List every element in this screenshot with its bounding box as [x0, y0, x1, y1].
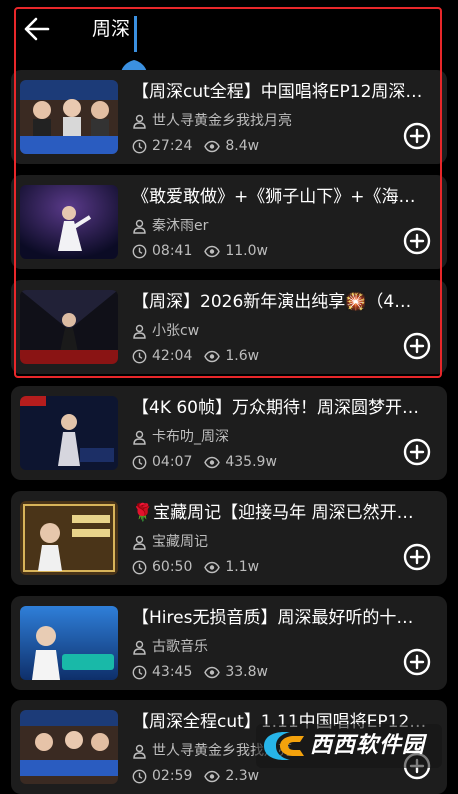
author-row: 卡布叻_周深	[132, 428, 229, 446]
plus-circle-icon	[403, 332, 431, 360]
author-row: 古歌音乐	[132, 638, 208, 656]
clock-icon	[132, 139, 147, 154]
person-icon	[132, 114, 147, 129]
result-card[interactable]: 🌹宝藏周记【迎接马年 周深已然开… 宝藏周记 60:50 1.1w	[11, 491, 447, 585]
clock-icon	[132, 665, 147, 680]
person-icon	[132, 640, 147, 655]
duration: 43:45	[152, 664, 193, 680]
view-count: 435.9w	[225, 454, 277, 470]
clock-icon	[132, 769, 147, 784]
search-bar: 周深	[0, 0, 458, 87]
watermark: 西西软件园	[256, 724, 442, 768]
author-row: 秦沐雨er	[132, 217, 208, 235]
duration: 04:07	[152, 454, 193, 470]
eye-icon	[204, 665, 221, 680]
plus-circle-icon	[403, 227, 431, 255]
person-icon	[132, 744, 147, 759]
add-button[interactable]	[403, 332, 431, 360]
author-name: 卡布叻_周深	[152, 429, 229, 445]
text-cursor	[134, 16, 137, 52]
author-name: 宝藏周记	[152, 534, 208, 550]
add-button[interactable]	[403, 438, 431, 466]
view-count: 11.0w	[225, 243, 268, 259]
author-row: 小张cw	[132, 322, 199, 340]
view-count: 8.4w	[225, 138, 260, 154]
video-thumbnail	[20, 80, 118, 154]
add-button[interactable]	[403, 122, 431, 150]
author-name: 小张cw	[152, 323, 200, 339]
person-icon	[132, 430, 147, 445]
video-title[interactable]: 《敢爱敢做》+《狮子山下》+《海…	[132, 184, 437, 210]
video-title[interactable]: 【4K 60帧】万众期待！周深圆梦开…	[132, 395, 437, 421]
result-card[interactable]: 《敢爱敢做》+《狮子山下》+《海… 秦沐雨er 08:41 11.0w	[11, 175, 447, 269]
eye-icon	[204, 769, 221, 784]
video-title[interactable]: 【周深】2026新年演出纯享🎇（4…	[132, 289, 437, 315]
clock-icon	[132, 455, 147, 470]
view-count: 1.6w	[225, 348, 260, 364]
clock-icon	[132, 560, 147, 575]
eye-icon	[204, 560, 221, 575]
result-card[interactable]: 【周深cut全程】中国唱将EP12周深… 世人寻黄金乡我找月亮 27:24 8.…	[11, 70, 447, 164]
author-name: 世人寻黄金乡我找月亮	[152, 113, 292, 129]
search-query-text: 周深	[92, 18, 131, 40]
stats-row: 02:59 2.3w	[132, 767, 259, 785]
author-row: 宝藏周记	[132, 533, 208, 551]
watermark-text: 西西软件园	[310, 733, 426, 758]
duration: 60:50	[152, 559, 193, 575]
eye-icon	[204, 244, 221, 259]
stats-row: 60:50 1.1w	[132, 558, 259, 576]
stats-row: 08:41 11.0w	[132, 242, 268, 260]
plus-circle-icon	[403, 438, 431, 466]
add-button[interactable]	[403, 648, 431, 676]
video-thumbnail	[20, 396, 118, 470]
duration: 42:04	[152, 348, 193, 364]
search-input[interactable]: 周深	[92, 12, 392, 87]
video-title[interactable]: 【Hires无损音质】周深最好听的十…	[132, 605, 437, 631]
eye-icon	[204, 349, 221, 364]
watermark-logo-icon	[260, 730, 308, 762]
stats-row: 42:04 1.6w	[132, 347, 259, 365]
arrow-left-icon	[20, 14, 54, 44]
video-thumbnail	[20, 185, 118, 259]
duration: 27:24	[152, 138, 193, 154]
video-title[interactable]: 【周深cut全程】中国唱将EP12周深…	[132, 79, 437, 105]
person-icon	[132, 324, 147, 339]
plus-circle-icon	[403, 648, 431, 676]
duration: 02:59	[152, 768, 193, 784]
duration: 08:41	[152, 243, 193, 259]
person-icon	[132, 535, 147, 550]
result-card[interactable]: 【4K 60帧】万众期待！周深圆梦开… 卡布叻_周深 04:07 435.9w	[11, 386, 447, 480]
author-name: 古歌音乐	[152, 639, 208, 655]
clock-icon	[132, 349, 147, 364]
video-title[interactable]: 🌹宝藏周记【迎接马年 周深已然开…	[132, 500, 437, 526]
add-button[interactable]	[403, 227, 431, 255]
plus-circle-icon	[403, 122, 431, 150]
view-count: 1.1w	[225, 559, 260, 575]
back-button[interactable]	[20, 14, 54, 44]
result-card[interactable]: 【Hires无损音质】周深最好听的十… 古歌音乐 43:45 33.8w	[11, 596, 447, 690]
eye-icon	[204, 455, 221, 470]
stats-row: 43:45 33.8w	[132, 663, 268, 681]
result-card[interactable]: 【周深】2026新年演出纯享🎇（4… 小张cw 42:04 1.6w	[11, 280, 447, 374]
add-button[interactable]	[403, 543, 431, 571]
video-thumbnail	[20, 710, 118, 784]
video-thumbnail	[20, 606, 118, 680]
view-count: 2.3w	[225, 768, 260, 784]
video-thumbnail	[20, 501, 118, 575]
author-row: 世人寻黄金乡我找月亮	[132, 112, 292, 130]
video-thumbnail	[20, 290, 118, 364]
stats-row: 27:24 8.4w	[132, 137, 259, 155]
stats-row: 04:07 435.9w	[132, 453, 277, 471]
view-count: 33.8w	[225, 664, 268, 680]
author-name: 秦沐雨er	[152, 218, 209, 234]
plus-circle-icon	[403, 543, 431, 571]
eye-icon	[204, 139, 221, 154]
person-icon	[132, 219, 147, 234]
clock-icon	[132, 244, 147, 259]
